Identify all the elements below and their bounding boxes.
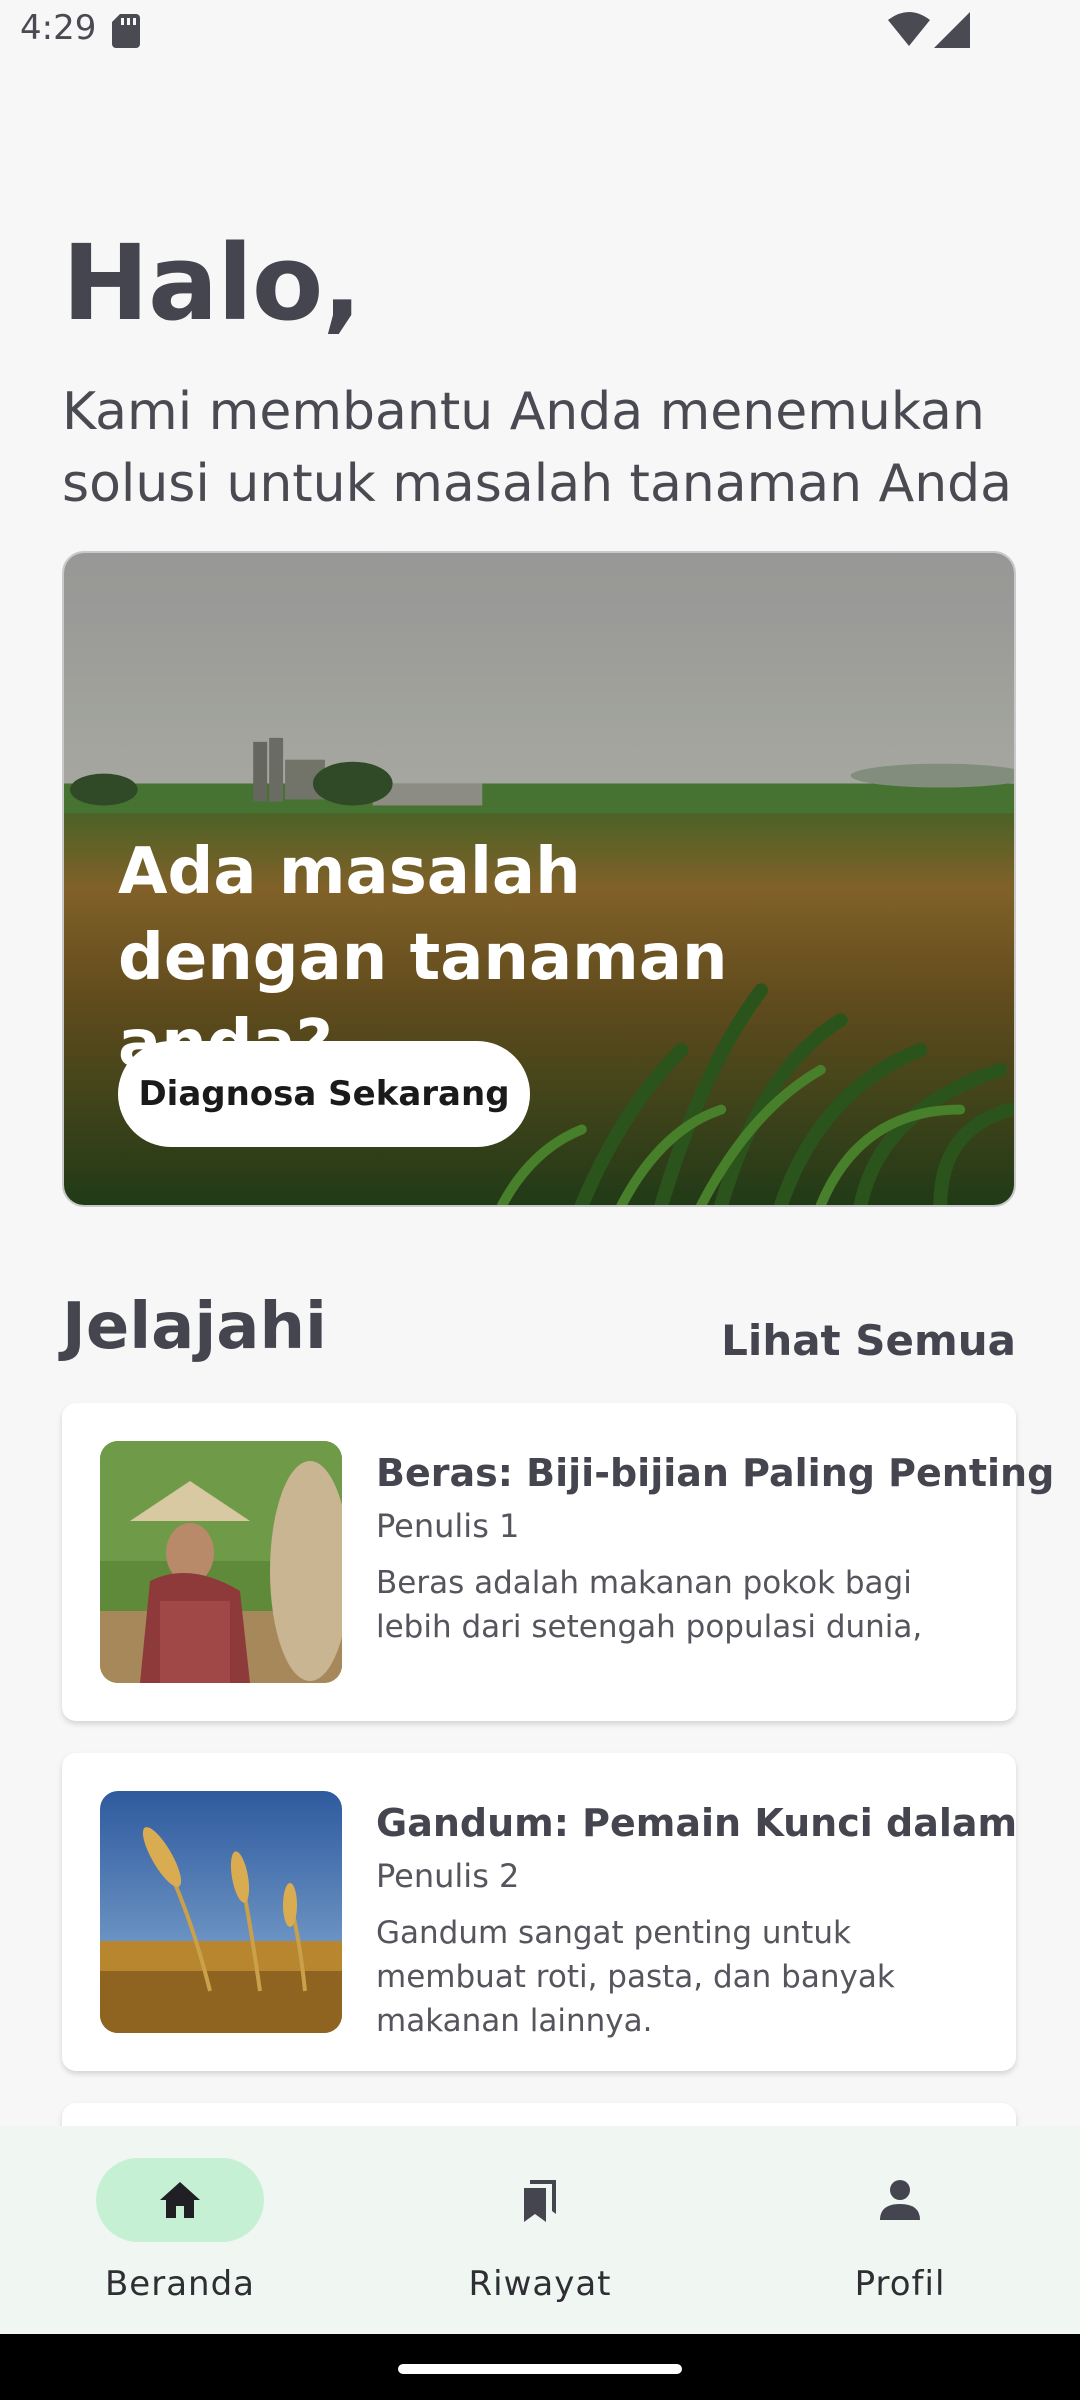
- article-title: Gandum: Pemain Kunci dalam: [376, 1801, 1018, 1845]
- article-author: Penulis 1: [376, 1507, 520, 1545]
- nav-item-profil[interactable]: Profil: [800, 2158, 1000, 2308]
- nav-label: Beranda: [104, 2264, 256, 2304]
- bottom-navigation: Beranda Riwayat Profil: [0, 2126, 1080, 2334]
- diagnose-now-button[interactable]: Diagnosa Sekarang: [118, 1041, 530, 1147]
- nav-item-riwayat[interactable]: Riwayat: [440, 2158, 640, 2308]
- explore-section-title: Jelajahi: [62, 1290, 327, 1364]
- greeting-title: Halo,: [62, 222, 362, 344]
- see-all-link[interactable]: Lihat Semua: [721, 1316, 1016, 1365]
- article-card[interactable]: Beras: Biji-bijian Paling Penting Penuli…: [62, 1403, 1055, 1721]
- diagnose-hero-card: Ada masalah dengan tanaman anda? Diagnos…: [62, 551, 1016, 1207]
- wheat-field-image: [100, 1791, 342, 2033]
- system-navigation-bar: [0, 2334, 1080, 2400]
- article-excerpt: Gandum sangat penting untuk membuat roti…: [376, 1915, 895, 2039]
- nav-label: Profil: [854, 2264, 946, 2304]
- rice-farmer-image: [100, 1441, 342, 1683]
- signal-icon: [934, 12, 970, 48]
- status-bar: 4:29: [0, 0, 1080, 64]
- home-icon: [160, 2182, 200, 2218]
- nav-item-beranda[interactable]: Beranda: [80, 2158, 280, 2308]
- article-title: Beras: Biji-bijian Paling Penting: [376, 1451, 1055, 1495]
- article-excerpt: Beras adalah makanan pokok bagi lebih da…: [376, 1565, 923, 1645]
- greeting-subtitle: Kami membantu Anda menemukan solusi untu…: [62, 382, 1013, 514]
- nav-label: Riwayat: [468, 2264, 612, 2304]
- sd-card-icon: [112, 14, 140, 48]
- status-time: 4:29: [20, 8, 97, 48]
- wifi-icon: [888, 12, 930, 46]
- bookmarks-icon: [524, 2180, 556, 2222]
- article-card[interactable]: Gandum: Pemain Kunci dalam Penulis 2 Gan…: [62, 1753, 1018, 2071]
- home-indicator[interactable]: [398, 2364, 682, 2374]
- person-icon: [880, 2180, 920, 2220]
- article-author: Penulis 2: [376, 1857, 520, 1895]
